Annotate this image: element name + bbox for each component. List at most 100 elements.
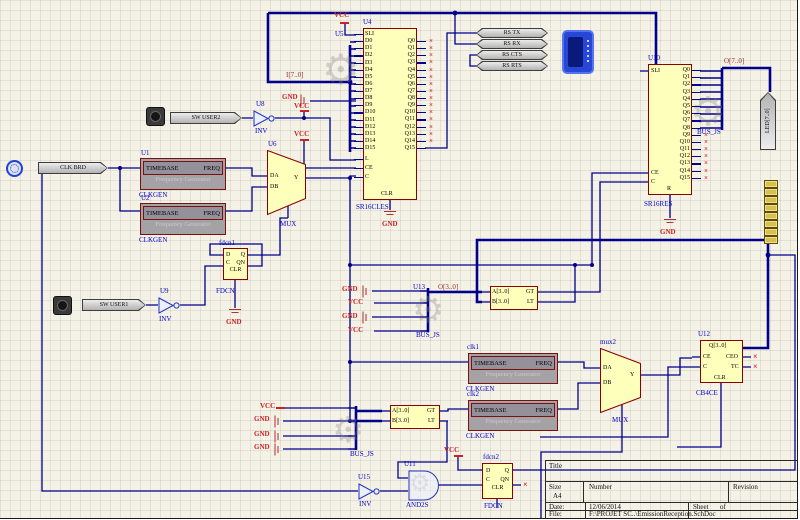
u12-ceo-pin: CEO xyxy=(726,354,738,360)
net-label-o3-bus: O[3..0] xyxy=(438,284,458,291)
push-button-icon[interactable] xyxy=(146,107,165,126)
sw-user2-port[interactable]: SW USER2 xyxy=(170,112,242,124)
gnd-label: GND xyxy=(254,431,270,438)
u13-designator: U13 xyxy=(413,284,425,291)
led-pad[interactable] xyxy=(764,212,778,220)
clock-source-icon[interactable] xyxy=(6,160,23,177)
freq-pin: FREQ xyxy=(203,210,220,217)
clk1-frequency-generator[interactable]: TIMEBASEFREQ Frequency Generator xyxy=(468,353,558,384)
gnd-symbol-icon xyxy=(384,211,396,218)
led-pad[interactable] xyxy=(764,204,778,212)
timebase-pin: TIMEBASE xyxy=(474,407,507,414)
gnd-label: GND xyxy=(254,444,270,451)
comp2-gt-pin: GT xyxy=(427,408,435,414)
pin-label: D11 xyxy=(363,117,389,124)
u5-joiner-designator: U5 xyxy=(335,31,344,38)
number-label: Number xyxy=(589,484,612,491)
size-value: A4 xyxy=(553,493,562,500)
pin-label: Q12 xyxy=(667,153,692,160)
pin-label: Q0 xyxy=(667,67,692,74)
no-connect-icon: × xyxy=(523,481,528,489)
timebase-pin: TIMEBASE xyxy=(146,210,179,217)
gnd-label: GND xyxy=(342,286,358,293)
u4-ctrl-pins: LCEC xyxy=(363,156,385,181)
pin-label: D6 xyxy=(363,81,389,88)
pin-label: D15 xyxy=(363,145,389,152)
u2-frequency-generator[interactable]: TIMEBASEFREQ Frequency Generator xyxy=(140,203,226,235)
freq-pin: FREQ xyxy=(535,360,552,367)
fdcn2-designator: fdcn2 xyxy=(483,454,499,461)
u6-da-pin: DA xyxy=(270,173,279,179)
led-pad[interactable] xyxy=(764,236,778,244)
gnd-label: GND xyxy=(226,319,242,326)
vcc-symbol-icon xyxy=(454,455,463,457)
u2-part-type: CLKGEN xyxy=(139,237,167,244)
pin-label: D7 xyxy=(363,88,389,95)
pin-label: Q2 xyxy=(392,52,417,59)
port-label: RS RTS xyxy=(477,62,547,70)
gnd-label: GND xyxy=(282,94,298,101)
port-label: SW USER2 xyxy=(171,113,241,123)
u4-left-pins: SLID0D1D2D3D4D5D6D7D8D9D10D11D12D13D14D1… xyxy=(363,31,389,152)
pin-label: Q14 xyxy=(667,168,692,175)
pin-label: D3 xyxy=(363,60,389,67)
fdcn1-flipflop[interactable]: DQ CQN CLR xyxy=(223,248,248,280)
revision-label: Revision xyxy=(733,484,758,491)
fdcn1-part-type: FDCN xyxy=(216,288,235,295)
rs-port[interactable]: RS RX xyxy=(476,39,548,49)
pin-label: SLI xyxy=(363,31,389,38)
pin-label: D14 xyxy=(363,138,389,145)
port-label: SW USER1 xyxy=(83,300,145,310)
gnd-label: GND xyxy=(382,221,398,228)
led-bus-port[interactable]: LED[7..0] xyxy=(760,92,776,150)
vcc-symbol-icon xyxy=(276,407,285,409)
pin-label: Q6 xyxy=(667,110,692,117)
title-block: Title Size A4 Number Revision Date: 12/0… xyxy=(545,460,797,518)
rs-port[interactable]: RS RTS xyxy=(476,61,548,71)
rs-port[interactable]: RS CTS xyxy=(476,50,548,60)
push-button-icon[interactable] xyxy=(53,296,72,315)
pin-label: Q9 xyxy=(667,132,692,139)
u10-part-type: SR16RES xyxy=(644,201,672,208)
led-pad[interactable] xyxy=(764,196,778,204)
gnd-label: GND xyxy=(660,229,676,236)
db9-connector[interactable] xyxy=(562,30,594,74)
pin-label: Q0 xyxy=(392,38,417,45)
size-label: Size xyxy=(549,484,561,491)
sw-user1-port[interactable]: SW USER1 xyxy=(82,299,146,311)
freq-gen-caption: Frequency Generator xyxy=(471,371,555,378)
fdcn2-part-type: FDCN xyxy=(484,503,503,510)
pin-label: Q3 xyxy=(392,59,417,66)
vcc-symbol-icon xyxy=(300,139,309,141)
u1-frequency-generator[interactable]: TIMEBASEFREQ Frequency Generator xyxy=(140,158,226,190)
fdcn2-flipflop[interactable]: DQ CQN CLR xyxy=(482,463,513,499)
clk-brd-port[interactable]: CLK BRD xyxy=(38,162,108,174)
u4-right-pins: Q0Q1Q2Q3Q4Q5Q6Q7Q8Q9Q10Q11Q12Q13Q14Q15 xyxy=(392,38,417,152)
pin-label: D13 xyxy=(363,131,389,138)
vcc-symbol-icon xyxy=(300,110,309,112)
freq-gen-caption: Frequency Generator xyxy=(143,176,223,183)
gnd-symbol-icon xyxy=(363,286,370,298)
u12-designator: U12 xyxy=(698,331,710,338)
net-label-i-bus: I[7..0] xyxy=(286,72,304,79)
pin-label: Q13 xyxy=(392,131,417,138)
clk2-frequency-generator[interactable]: TIMEBASEFREQ Frequency Generator xyxy=(468,400,558,431)
led-pad[interactable] xyxy=(764,180,778,188)
pin-label: D5 xyxy=(363,74,389,81)
u2-designator: U2 xyxy=(141,195,150,202)
pin-label: Q15 xyxy=(667,175,692,182)
pin-label: D0 xyxy=(363,38,389,45)
rs-port[interactable]: RS TX xyxy=(476,28,548,38)
clk1-designator: clk1 xyxy=(467,344,479,351)
led-pad[interactable] xyxy=(764,228,778,236)
u13-joiner-type: BUS_JS xyxy=(416,332,440,339)
title-label: Title xyxy=(549,463,562,470)
led-pad[interactable] xyxy=(764,220,778,228)
led-pad[interactable] xyxy=(764,188,778,196)
comp2-a-pin: A[3..0] xyxy=(392,408,409,414)
schematic-canvas: U4 SLID0D1D2D3D4D5D6D7D8D9D10D11D12D13D1… xyxy=(0,0,800,520)
gnd-label: GND xyxy=(342,313,358,320)
u10-sli-pin: SLI xyxy=(651,68,660,74)
timebase-pin: TIMEBASE xyxy=(146,165,179,172)
vcc-symbol-icon xyxy=(340,22,349,24)
